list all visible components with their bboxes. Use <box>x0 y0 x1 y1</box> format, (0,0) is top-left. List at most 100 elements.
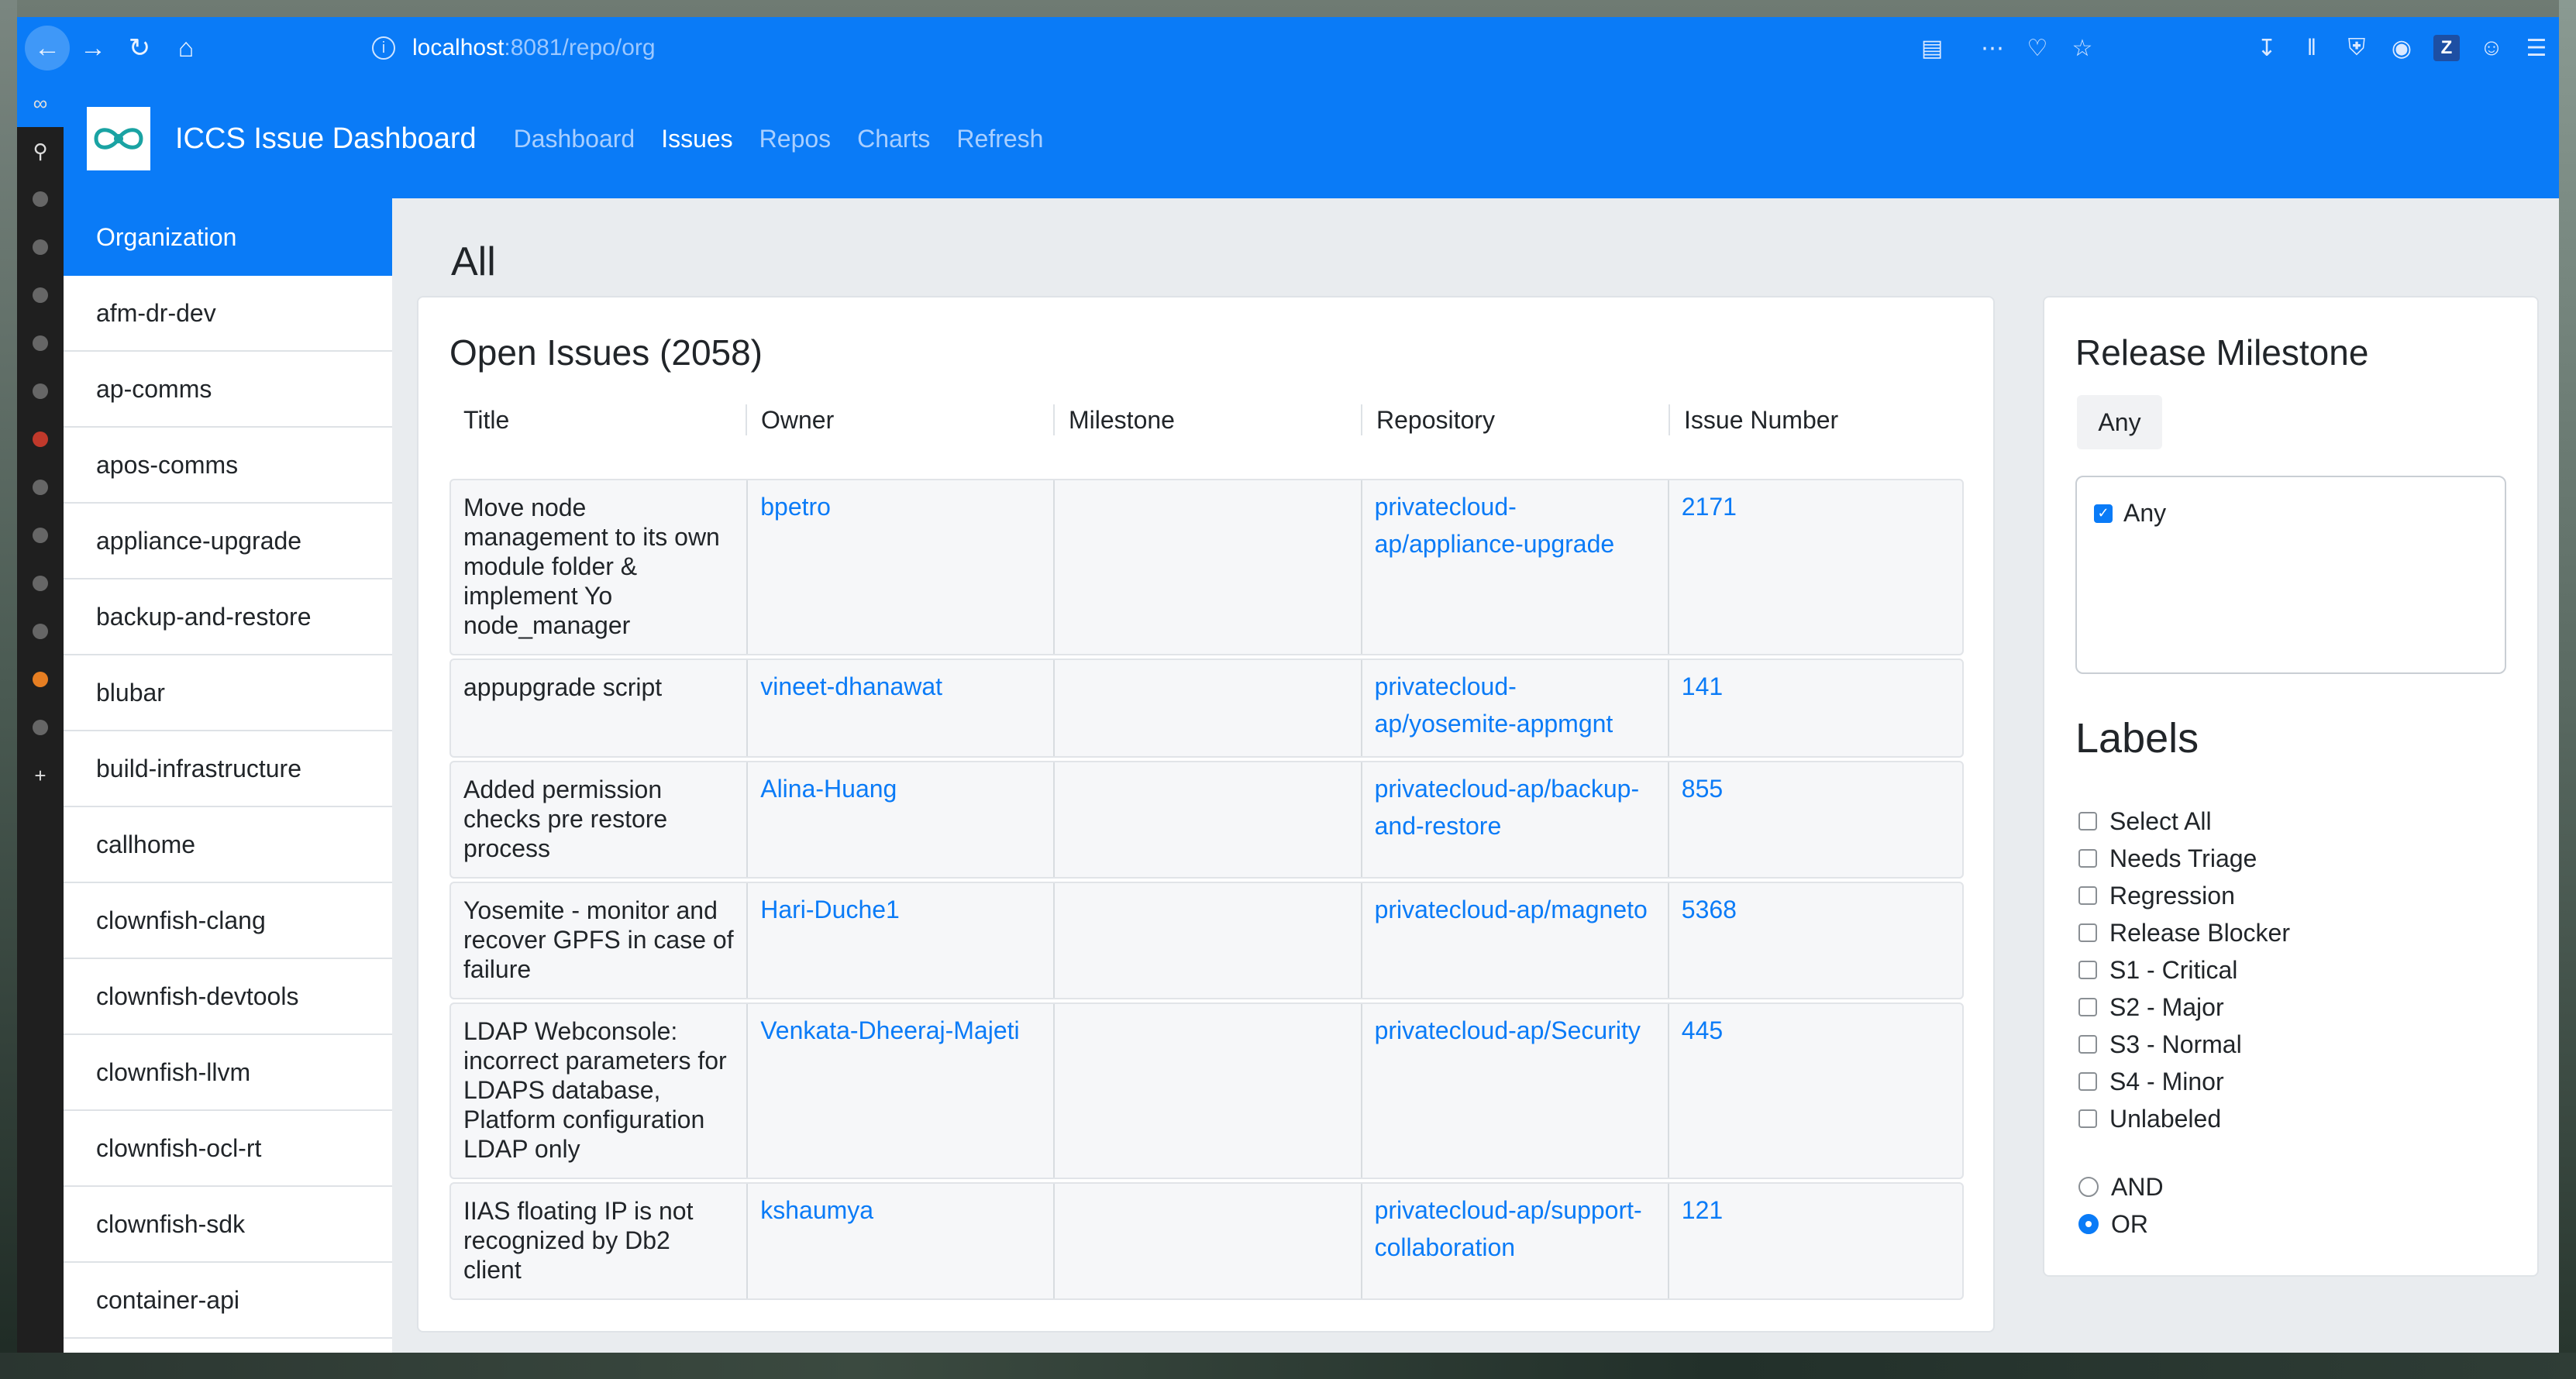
home-icon[interactable]: ⌂ <box>163 25 209 71</box>
ublock-icon[interactable]: ⛨ <box>2334 26 2379 70</box>
sidebar-item-apos-comms[interactable]: apos-comms <box>64 428 392 504</box>
issue-owner-link[interactable]: kshaumya <box>746 1184 1053 1298</box>
issue-owner-link[interactable]: bpetro <box>746 480 1053 654</box>
back-arrow-icon[interactable]: ← <box>25 26 70 70</box>
column-header-issue-number[interactable]: Issue Number <box>1669 404 1964 435</box>
label-option[interactable]: Needs Triage <box>2078 840 2290 877</box>
checkbox-icon[interactable] <box>2078 1109 2097 1128</box>
issue-owner-link[interactable]: Alina-Huang <box>746 762 1053 877</box>
sidebar-item-clownfish-ocl-rt[interactable]: clownfish-ocl-rt <box>64 1111 392 1187</box>
app-brand[interactable]: ICCS Issue Dashboard <box>175 122 477 156</box>
sidebar-item-afm-dr-dev[interactable]: afm-dr-dev <box>64 276 392 352</box>
bookmark-star-icon[interactable]: ☆ <box>2060 26 2105 70</box>
sidebar-item-blubar[interactable]: blubar <box>64 655 392 731</box>
sidebar-item-appliance-upgrade[interactable]: appliance-upgrade <box>64 504 392 579</box>
tab-icon[interactable] <box>17 271 64 319</box>
checkbox-checked-icon[interactable]: ✓ <box>2094 504 2113 523</box>
dashboard-tab-icon[interactable]: ∞ <box>17 79 64 127</box>
label-option[interactable]: S4 - Minor <box>2078 1063 2290 1100</box>
account-icon[interactable]: ☺ <box>2469 26 2514 70</box>
column-header-owner[interactable]: Owner <box>746 404 1053 435</box>
sidebar-item-callhome[interactable]: callhome <box>64 807 392 883</box>
label-option[interactable]: S2 - Major <box>2078 989 2290 1026</box>
issue-number-link[interactable]: 121 <box>1667 1184 1962 1298</box>
nav-charts[interactable]: Charts <box>857 125 930 153</box>
milestone-option-any[interactable]: ✓ Any <box>2094 499 2166 528</box>
checkbox-icon[interactable] <box>2078 812 2097 830</box>
nav-dashboard[interactable]: Dashboard <box>514 125 635 153</box>
issue-number-link[interactable]: 855 <box>1667 762 1962 877</box>
tab-icon[interactable] <box>17 463 64 511</box>
forward-arrow-icon[interactable]: → <box>70 25 116 71</box>
tab-icon[interactable] <box>17 319 64 367</box>
sidebar-item-clownfish-devtools[interactable]: clownfish-devtools <box>64 959 392 1035</box>
milestone-any-button[interactable]: Any <box>2077 395 2162 449</box>
tab-icon[interactable] <box>17 223 64 271</box>
column-header-repository[interactable]: Repository <box>1361 404 1669 435</box>
issue-repository-link[interactable]: privatecloud-ap/support-collaboration <box>1360 1184 1668 1298</box>
column-header-title[interactable]: Title <box>449 404 746 435</box>
checkbox-icon[interactable] <box>2078 961 2097 979</box>
tab-icon[interactable] <box>17 607 64 655</box>
extension-icon[interactable]: ◉ <box>2379 26 2424 70</box>
sidebar-item-clownfish-llvm[interactable]: clownfish-llvm <box>64 1035 392 1111</box>
nav-refresh[interactable]: Refresh <box>956 125 1043 153</box>
issue-repository-link[interactable]: privatecloud-ap/backup-and-restore <box>1360 762 1668 877</box>
issue-repository-link[interactable]: privatecloud-ap/Security <box>1360 1004 1668 1178</box>
label-option[interactable]: Unlabeled <box>2078 1100 2290 1137</box>
app-logo[interactable] <box>87 107 150 170</box>
checkbox-icon[interactable] <box>2078 1072 2097 1091</box>
tab-icon[interactable] <box>17 415 64 463</box>
sidebar-item-ap-comms[interactable]: ap-comms <box>64 352 392 428</box>
checkbox-icon[interactable] <box>2078 849 2097 868</box>
nav-repos[interactable]: Repos <box>759 125 832 153</box>
add-panel-icon[interactable]: + <box>17 751 64 800</box>
issue-number-link[interactable]: 141 <box>1667 660 1962 756</box>
label-option[interactable]: Select All <box>2078 803 2290 840</box>
tab-icon[interactable] <box>17 559 64 607</box>
issue-number-link[interactable]: 2171 <box>1667 480 1962 654</box>
radio-icon[interactable] <box>2078 1177 2099 1197</box>
site-info-icon[interactable]: i <box>372 36 395 60</box>
issue-owner-link[interactable]: Venkata-Dheeraj-Majeti <box>746 1004 1053 1178</box>
stack-icon[interactable] <box>17 655 64 703</box>
milestone-list-box[interactable]: ✓ Any <box>2075 476 2506 674</box>
tab-icon[interactable] <box>17 511 64 559</box>
library-icon[interactable]: ‖ <box>2289 26 2334 70</box>
issue-number-link[interactable]: 445 <box>1667 1004 1962 1178</box>
sidebar-item-clownfish-clang[interactable]: clownfish-clang <box>64 883 392 959</box>
sidebar-item-containers[interactable]: containers <box>64 1339 392 1353</box>
address-bar[interactable]: i localhost:8081/repo/org <box>372 35 656 61</box>
more-actions-icon[interactable]: ⋯ <box>1970 26 2015 70</box>
pocket-icon[interactable]: ♡ <box>2015 26 2060 70</box>
menu-icon[interactable]: ☰ <box>2514 26 2559 70</box>
reload-icon[interactable]: ↻ <box>116 25 163 71</box>
checkbox-icon[interactable] <box>2078 998 2097 1016</box>
logic-option-or[interactable]: OR <box>2078 1205 2164 1243</box>
nav-issues[interactable]: Issues <box>661 125 732 153</box>
column-header-milestone[interactable]: Milestone <box>1053 404 1361 435</box>
tab-icon[interactable] <box>17 367 64 415</box>
sidebar-item-clownfish-sdk[interactable]: clownfish-sdk <box>64 1187 392 1263</box>
logic-option-and[interactable]: AND <box>2078 1168 2164 1205</box>
sidebar-item-container-api[interactable]: container-api <box>64 1263 392 1339</box>
label-option[interactable]: Regression <box>2078 877 2290 914</box>
label-option[interactable]: Release Blocker <box>2078 914 2290 951</box>
sidebar-item-build-infrastructure[interactable]: build-infrastructure <box>64 731 392 807</box>
issue-repository-link[interactable]: privatecloud-ap/appliance-upgrade <box>1360 480 1668 654</box>
organization-header[interactable]: Organization <box>64 198 392 276</box>
sidebar-item-backup-and-restore[interactable]: backup-and-restore <box>64 579 392 655</box>
issue-number-link[interactable]: 5368 <box>1667 883 1962 998</box>
label-option[interactable]: S3 - Normal <box>2078 1026 2290 1063</box>
checkbox-icon[interactable] <box>2078 886 2097 905</box>
zotero-icon[interactable]: Z <box>2433 35 2460 61</box>
issue-repository-link[interactable]: privatecloud-ap/yosemite-appmgnt <box>1360 660 1668 756</box>
issue-owner-link[interactable]: Hari-Duche1 <box>746 883 1053 998</box>
issue-owner-link[interactable]: vineet-dhanawat <box>746 660 1053 756</box>
checkbox-icon[interactable] <box>2078 1035 2097 1054</box>
radio-selected-icon[interactable] <box>2078 1214 2099 1234</box>
issue-repository-link[interactable]: privatecloud-ap/magneto <box>1360 883 1668 998</box>
checkbox-icon[interactable] <box>2078 923 2097 942</box>
tab-icon[interactable] <box>17 703 64 751</box>
label-option[interactable]: S1 - Critical <box>2078 951 2290 989</box>
